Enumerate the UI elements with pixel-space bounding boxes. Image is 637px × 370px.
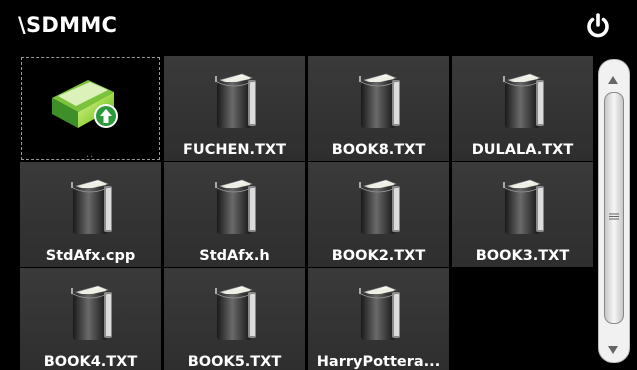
file-grid: .. FUCHEN.TXT BOOK8.TXT DULALA.TXT StdAf… — [20, 56, 595, 370]
current-path-title: \SDMMC — [18, 13, 118, 37]
folder-up-tile[interactable]: .. — [20, 56, 161, 161]
file-name: FUCHEN.TXT — [183, 142, 286, 158]
parent-folder-label: .. — [86, 149, 95, 160]
file-name: BOOK3.TXT — [475, 248, 570, 264]
file-tile[interactable]: BOOK8.TXT — [308, 56, 449, 161]
file-tile[interactable]: HarryPottera... — [308, 268, 449, 370]
file-name: StdAfx.cpp — [45, 248, 136, 264]
scroll-down-arrow-icon[interactable] — [607, 340, 619, 354]
file-tile[interactable]: FUCHEN.TXT — [164, 56, 305, 161]
scroll-up-arrow-icon[interactable] — [607, 70, 619, 84]
file-name: HarryPottera... — [316, 354, 441, 370]
book-file-icon — [356, 282, 404, 342]
book-file-icon — [356, 70, 404, 130]
vertical-scrollbar[interactable] — [597, 58, 631, 364]
file-name: StdAfx.h — [199, 248, 270, 264]
scroll-grip-icon — [609, 205, 619, 220]
book-file-icon — [68, 282, 116, 342]
file-tile[interactable]: BOOK4.TXT — [20, 268, 161, 370]
file-name: BOOK4.TXT — [43, 354, 138, 370]
file-tile[interactable]: DULALA.TXT — [452, 56, 593, 161]
book-file-icon — [212, 70, 260, 130]
file-tile[interactable]: BOOK3.TXT — [452, 162, 593, 267]
scrollbar-thumb[interactable] — [604, 92, 624, 324]
book-file-icon — [356, 176, 404, 236]
file-name: DULALA.TXT — [471, 142, 574, 158]
book-file-icon — [500, 70, 548, 130]
file-name: BOOK8.TXT — [331, 142, 426, 158]
file-tile[interactable]: BOOK2.TXT — [308, 162, 449, 267]
folder-up-icon — [48, 70, 128, 136]
file-name: BOOK5.TXT — [187, 354, 282, 370]
power-icon[interactable] — [584, 12, 612, 40]
file-tile[interactable]: BOOK5.TXT — [164, 268, 305, 370]
book-file-icon — [500, 176, 548, 236]
file-tile[interactable]: StdAfx.h — [164, 162, 305, 267]
file-tile[interactable]: StdAfx.cpp — [20, 162, 161, 267]
file-name: BOOK2.TXT — [331, 248, 426, 264]
book-file-icon — [212, 176, 260, 236]
title-bar: \SDMMC — [0, 0, 637, 52]
book-file-icon — [212, 282, 260, 342]
book-file-icon — [68, 176, 116, 236]
